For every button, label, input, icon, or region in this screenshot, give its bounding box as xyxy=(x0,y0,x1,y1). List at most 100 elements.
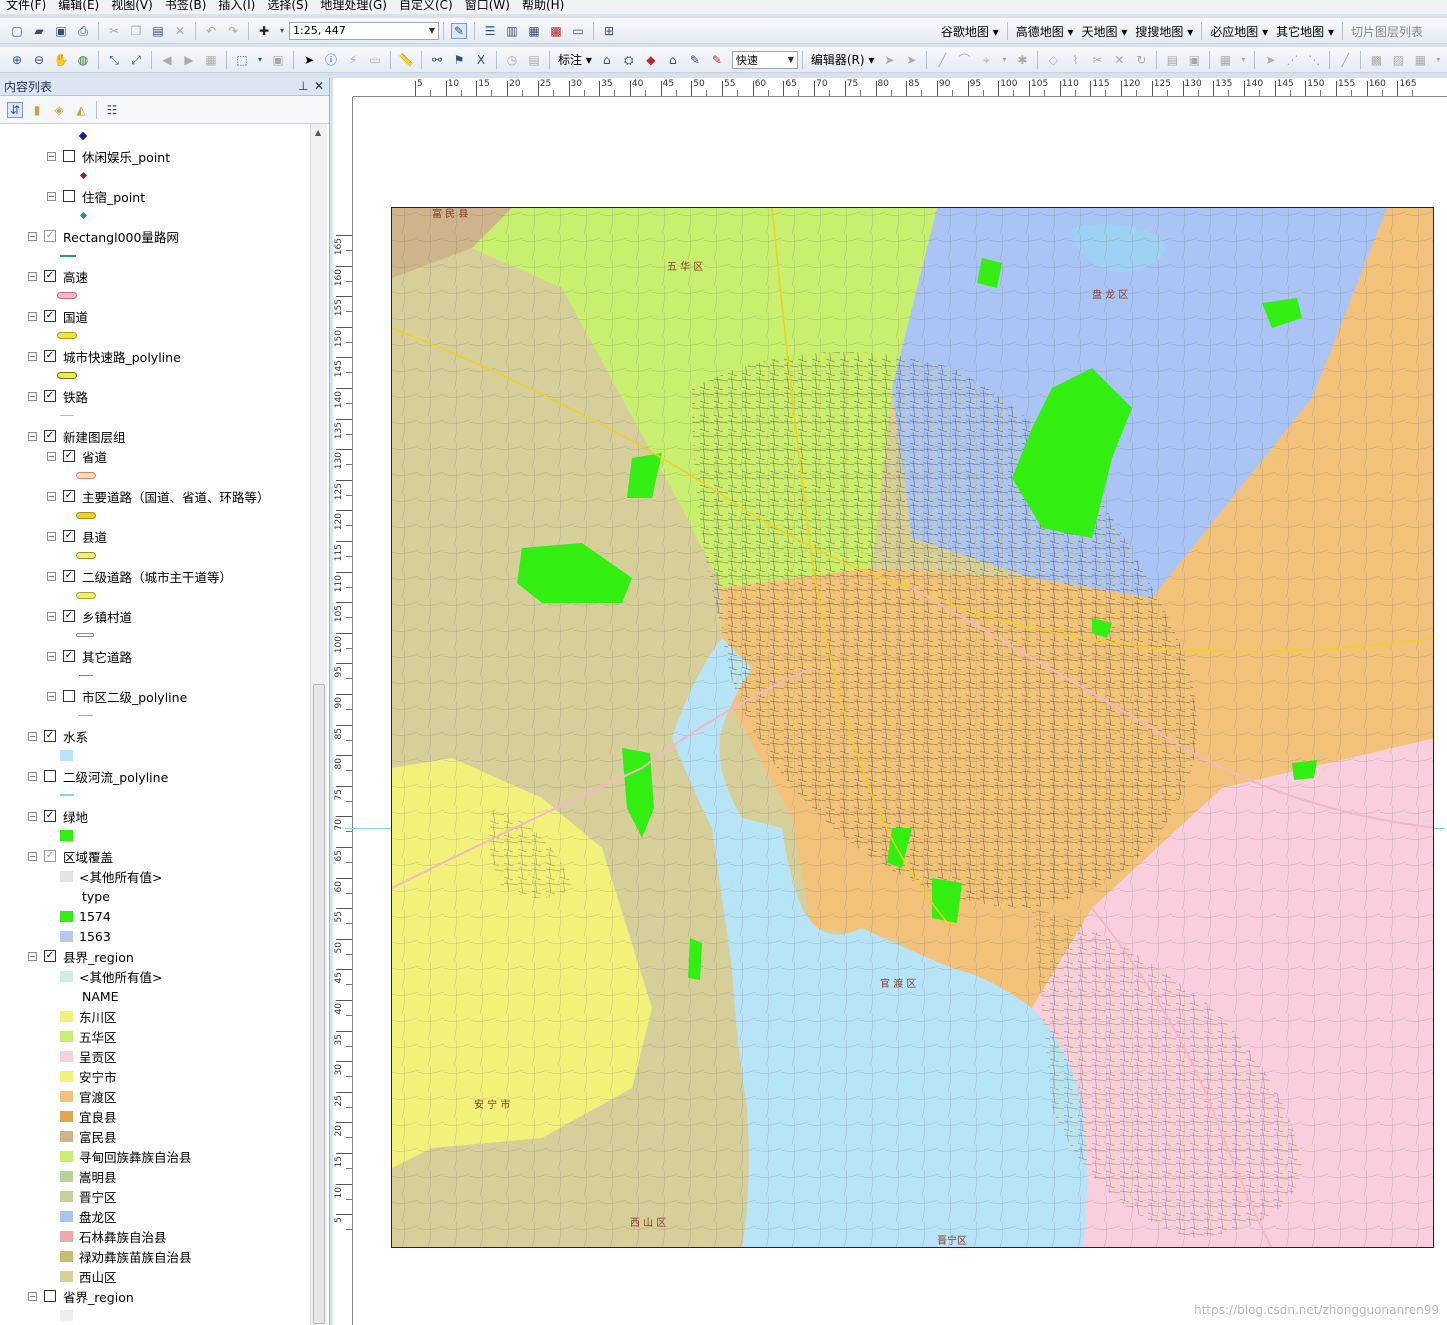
menu-window[interactable]: 窗口(W) xyxy=(459,0,516,11)
search-window-icon[interactable]: ▦ xyxy=(526,23,542,39)
layer-row-provincial-road[interactable]: − ✓ 省道 xyxy=(47,446,107,466)
arctoolbox-icon[interactable]: ▩ xyxy=(548,23,564,39)
fixed-zoom-in-icon[interactable]: ⤡ xyxy=(106,52,122,68)
layer-row-secondary-roads[interactable]: − ✓ 二级道路（城市主干道等） xyxy=(47,566,232,586)
visibility-checkbox[interactable]: ✓ xyxy=(44,310,56,322)
google-map-menu[interactable]: 谷歌地图 ▾ xyxy=(937,23,1003,40)
topology-edit-icon[interactable]: ➤ xyxy=(1262,52,1278,68)
layer-row-county-region[interactable]: − ✓ 县界_region xyxy=(28,946,134,966)
layer-row-leisure[interactable]: − 休闲娱乐_point xyxy=(47,146,170,166)
menu-geoprocessing[interactable]: 地理处理(G) xyxy=(314,0,393,11)
visibility-checkbox[interactable]: ✓ xyxy=(44,350,56,362)
collapse-icon[interactable]: − xyxy=(28,231,37,241)
print-icon[interactable]: ⎙ xyxy=(75,23,91,39)
visibility-checkbox[interactable]: ✓ xyxy=(44,850,56,862)
close-icon[interactable]: ✕ xyxy=(314,79,324,93)
find-binoculars-icon[interactable]: ⚯ xyxy=(429,52,445,68)
copy-icon[interactable]: ❐ xyxy=(128,23,144,39)
menu-file[interactable]: 文件(F) xyxy=(0,0,52,11)
visibility-checkbox[interactable]: ✓ xyxy=(44,230,56,242)
collapse-icon[interactable]: − xyxy=(28,431,37,441)
collapse-icon[interactable]: − xyxy=(47,491,56,501)
visibility-checkbox[interactable]: ✓ xyxy=(44,730,56,742)
georef-line-icon[interactable]: ╱ xyxy=(1337,52,1353,68)
collapse-icon[interactable]: − xyxy=(28,951,37,961)
edit-tool-icon[interactable]: ➤ xyxy=(881,52,897,68)
layer-row-expressway[interactable]: − ✓ 城市快速路_polyline xyxy=(28,346,181,366)
hyperlink-icon[interactable]: ⚡ xyxy=(345,52,361,68)
layer-row-county-road[interactable]: − ✓ 县道 xyxy=(47,526,107,546)
collapse-icon[interactable]: − xyxy=(28,351,37,361)
layer-row-city-secondary[interactable]: − 市区二级_polyline xyxy=(47,686,187,706)
view-unplaced-labels-icon[interactable]: ✎ xyxy=(709,52,725,68)
midpoint-icon[interactable]: ✱ xyxy=(1014,52,1030,68)
scrollbar-thumb[interactable] xyxy=(313,684,325,1324)
select-features-icon[interactable]: ⬚ xyxy=(234,52,250,68)
go-to-xy-icon[interactable]: ▦ xyxy=(203,52,219,68)
bing-map-menu[interactable]: 必应地图 ▾ xyxy=(1206,23,1272,40)
label-weight-icon[interactable]: ◆ xyxy=(643,52,659,68)
tianditu-map-menu[interactable]: 天地图 ▾ xyxy=(1078,23,1132,40)
visibility-checkbox[interactable]: ✓ xyxy=(63,530,75,542)
clear-selection-icon[interactable]: ▣ xyxy=(270,52,286,68)
identify-icon[interactable]: ⓘ xyxy=(323,52,339,68)
menu-help[interactable]: 帮助(H) xyxy=(516,0,570,11)
menu-view[interactable]: 视图(V) xyxy=(105,0,159,11)
scale-combo[interactable]: 1:25, 447 ▼ xyxy=(289,21,439,40)
chevron-down-icon[interactable]: ▾ xyxy=(256,52,264,68)
list-by-drawing-order-icon[interactable]: ⇵ xyxy=(7,101,23,118)
collapse-icon[interactable]: − xyxy=(28,391,37,401)
edit-vertices-icon[interactable]: ◇ xyxy=(1045,52,1061,68)
chevron-down-icon[interactable]: ▾ xyxy=(1434,52,1442,68)
catalog-icon[interactable]: ▥ xyxy=(504,23,520,39)
measure-icon[interactable]: 📏 xyxy=(398,52,414,68)
forward-arrow-icon[interactable]: ▶ xyxy=(181,52,197,68)
cut-icon[interactable]: ✂ xyxy=(106,23,122,39)
open-folder-icon[interactable]: ▰ xyxy=(31,23,47,39)
collapse-icon[interactable]: − xyxy=(47,651,56,661)
layer-row-highway[interactable]: − ✓ 高速 xyxy=(28,266,88,286)
menu-select[interactable]: 选择(S) xyxy=(261,0,314,11)
visibility-checkbox[interactable] xyxy=(63,150,75,162)
pause-labeling-icon[interactable]: ✎ xyxy=(687,52,703,68)
html-popup-icon[interactable]: ▭ xyxy=(367,52,383,68)
visibility-checkbox[interactable]: ✓ xyxy=(63,490,75,502)
zoom-out-icon[interactable]: ⊖ xyxy=(31,52,47,68)
menu-bookmarks[interactable]: 书签(B) xyxy=(159,0,213,11)
full-extent-globe-icon[interactable]: ◍ xyxy=(75,52,91,68)
collapse-icon[interactable]: − xyxy=(28,851,37,861)
layer-row-national-road[interactable]: − ✓ 国道 xyxy=(28,306,88,326)
visibility-checkbox[interactable] xyxy=(44,770,56,782)
visibility-checkbox[interactable]: ✓ xyxy=(44,950,56,962)
collapse-icon[interactable]: − xyxy=(47,691,56,701)
scroll-up-icon[interactable]: ▲ xyxy=(315,128,321,137)
topology-reshape-icon[interactable]: ⋱ xyxy=(1306,52,1322,68)
collapse-icon[interactable]: − xyxy=(28,311,37,321)
visibility-checkbox[interactable]: ✓ xyxy=(44,390,56,402)
tile-layer-list-button[interactable]: 切片图层列表 xyxy=(1347,23,1427,40)
editor-toolbar-icon[interactable]: ✎ xyxy=(451,22,467,39)
reshape-icon[interactable]: ⌇ xyxy=(1067,52,1083,68)
layer-row-province-region[interactable]: − 省界_region xyxy=(28,1286,134,1306)
layer-row-river2[interactable]: − 二级河流_polyline xyxy=(28,766,168,786)
collapse-icon[interactable]: − xyxy=(28,731,37,741)
cut-polygons-icon[interactable]: ✂ xyxy=(1089,52,1105,68)
pan-hand-icon[interactable]: ✋ xyxy=(53,52,69,68)
layer-row-rect-roadnet[interactable]: − ✓ Rectangl000量路网 xyxy=(28,226,179,246)
lock-labels-icon[interactable]: ⌂ xyxy=(665,52,681,68)
collapse-icon[interactable]: − xyxy=(28,271,37,281)
collapse-icon[interactable]: − xyxy=(47,451,56,461)
map-frame[interactable]: 富 民 县 五 华 区 盘 龙 区 官 渡 区 安 宁 市 西 山 区 晋宁区 xyxy=(391,207,1434,1248)
undo-icon[interactable]: ↶ xyxy=(203,23,219,39)
error-inspector-icon[interactable]: ▦ xyxy=(1412,52,1428,68)
model-builder-icon[interactable]: ⊞ xyxy=(601,23,617,39)
menu-customize[interactable]: 自定义(C) xyxy=(393,0,459,11)
menu-edit[interactable]: 编辑(E) xyxy=(52,0,105,11)
layer-row-lodging[interactable]: − 住宿_point xyxy=(47,186,145,206)
sketch-properties-icon[interactable]: ▣ xyxy=(1186,52,1202,68)
annotate-menu[interactable]: 标注 ▾ xyxy=(554,51,596,68)
viewer-window-icon[interactable]: ▤ xyxy=(526,52,542,68)
other-map-menu[interactable]: 其它地图 ▾ xyxy=(1272,23,1338,40)
visibility-checkbox[interactable]: ✓ xyxy=(44,270,56,282)
list-by-selection-icon[interactable]: ◭ xyxy=(73,102,89,118)
